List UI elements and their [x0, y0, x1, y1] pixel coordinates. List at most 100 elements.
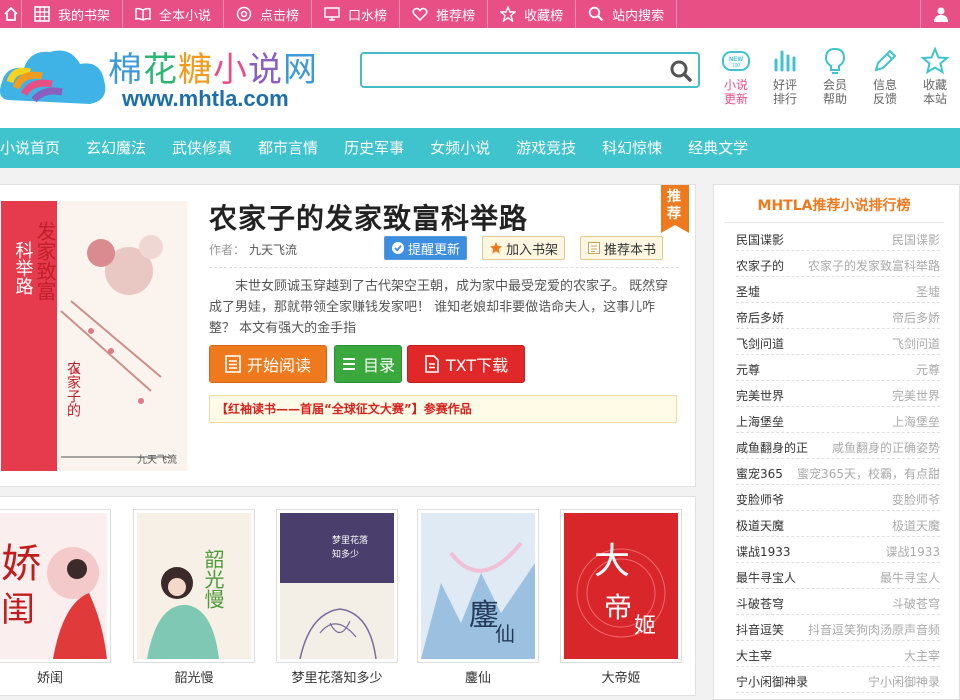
ranking-book-name[interactable]: 圣墟	[736, 283, 760, 300]
ranking-book-name[interactable]: 斗破苍穹	[736, 595, 784, 612]
recommend-book-button[interactable]: 推荐本书	[580, 236, 664, 260]
topbar-click-rank[interactable]: 点击榜	[224, 0, 313, 28]
topbar-site-search[interactable]: 站内搜索	[576, 0, 678, 28]
thumbnail-title[interactable]: 鏖仙	[417, 667, 539, 686]
ranking-book-name[interactable]: 民国谍影	[736, 231, 784, 248]
author-name[interactable]: 九天飞流	[249, 243, 297, 257]
ranking-book-name[interactable]: 极道天魔	[736, 517, 784, 534]
ranking-row[interactable]: 宁小闲御神录 宁小闲御神录	[736, 667, 940, 693]
ranking-book-fullname[interactable]: 极道天魔	[892, 517, 940, 534]
ranking-book-name[interactable]: 变脸师爷	[736, 491, 784, 508]
ranking-book-name[interactable]: 农家子的	[736, 257, 784, 274]
ranking-book-name[interactable]: 宁小闲御神录	[736, 673, 808, 690]
ranking-book-fullname[interactable]: 大主宰	[904, 647, 940, 664]
ranking-book-name[interactable]: 飞剑问道	[736, 335, 784, 352]
thumbnail-book[interactable]: 鏖仙	[417, 509, 539, 663]
nav-item-classic[interactable]: 经典文学	[675, 128, 761, 168]
txt-download-button[interactable]: TXT下载	[407, 345, 525, 383]
thumbnail-book[interactable]: 韶光慢	[133, 509, 255, 663]
site-url[interactable]: www.mhtla.com	[122, 86, 289, 112]
ranking-book-name[interactable]: 元尊	[736, 361, 760, 378]
ranking-row[interactable]: 最牛寻宝人 最牛寻宝人	[736, 563, 940, 589]
ranking-row[interactable]: 谍战1933 谍战1933	[736, 537, 940, 563]
ranking-row[interactable]: 变脸师爷 变脸师爷	[736, 485, 940, 511]
nav-item-urban[interactable]: 都市言情	[245, 128, 331, 168]
ranking-row[interactable]: 完美世界 完美世界	[736, 381, 940, 407]
ranking-book-fullname[interactable]: 圣墟	[916, 283, 940, 300]
ranking-book-name[interactable]: 谍战1933	[736, 543, 791, 560]
ranking-book-fullname[interactable]: 谍战1933	[885, 543, 940, 560]
home-link[interactable]	[0, 0, 22, 28]
add-to-shelf-button[interactable]: 加入书架	[482, 236, 566, 260]
topbar-favorite-rank[interactable]: 收藏榜	[488, 0, 577, 28]
quick-link-rating[interactable]: 好评排行	[763, 46, 807, 106]
table-of-contents-button[interactable]: 目录	[334, 345, 402, 383]
quick-link-feedback[interactable]: 信息反馈	[863, 46, 907, 106]
nav-item-home[interactable]: 小说首页	[0, 128, 73, 168]
ranking-book-name[interactable]: 咸鱼翻身的正	[736, 439, 808, 456]
thumbnail-title[interactable]: 大帝姬	[560, 667, 682, 686]
ranking-book-fullname[interactable]: 变脸师爷	[892, 491, 940, 508]
ranking-row[interactable]: 抖音逗笑 抖音逗笑狗肉汤原声音频	[736, 615, 940, 641]
contest-banner[interactable]: 【红袖读书——首届“全球征文大赛”】参赛作品	[209, 395, 677, 423]
topbar-comment-rank[interactable]: 口水榜	[312, 0, 401, 28]
thumbnail-book[interactable]: 大帝姬	[560, 509, 682, 663]
nav-item-scifi[interactable]: 科幻惊悚	[589, 128, 675, 168]
quick-link-help[interactable]: 会员帮助	[813, 46, 857, 106]
ranking-book-fullname[interactable]: 农家子的发家致富科举路	[808, 257, 940, 274]
nav-item-fantasy[interactable]: 玄幻魔法	[73, 128, 159, 168]
thumbnail-title[interactable]: 韶光慢	[133, 667, 255, 686]
topbar-full-novels[interactable]: 全本小说	[123, 0, 225, 28]
thumbnail-title[interactable]: 娇闺	[0, 667, 111, 686]
search-button-icon[interactable]	[668, 58, 694, 84]
ranking-book-name[interactable]: 大主宰	[736, 647, 772, 664]
book-cover-image[interactable]: 科举路 发家致富 农家子的 九天飞流	[1, 201, 187, 471]
ranking-book-fullname[interactable]: 民国谍影	[892, 231, 940, 248]
ranking-row[interactable]: 极道天魔 极道天魔	[736, 511, 940, 537]
user-button[interactable]	[920, 0, 960, 28]
ranking-book-fullname[interactable]: 完美世界	[892, 387, 940, 404]
ranking-book-fullname[interactable]: 宁小闲御神录	[868, 673, 940, 690]
ranking-row[interactable]: 圣墟 圣墟	[736, 277, 940, 303]
ranking-row[interactable]: 帝后多娇 帝后多娇	[736, 303, 940, 329]
ranking-book-name[interactable]: 最牛寻宝人	[736, 569, 796, 586]
ranking-book-name[interactable]: 抖音逗笑	[736, 621, 784, 638]
ranking-book-name[interactable]: 上海堡垒	[736, 413, 784, 430]
ranking-row[interactable]: 蜜宠365 蜜宠365天，校霸，有点甜	[736, 459, 940, 485]
quick-link-updates[interactable]: NEW 100 小说更新	[714, 46, 758, 106]
search-input[interactable]	[368, 58, 668, 82]
ranking-book-fullname[interactable]: 蜜宠365天，校霸，有点甜	[797, 465, 940, 482]
ranking-book-fullname[interactable]: 最牛寻宝人	[880, 569, 940, 586]
remind-update-button[interactable]: 提醒更新	[384, 236, 468, 260]
thumbnail-title[interactable]: 梦里花落知多少	[276, 667, 398, 686]
nav-item-games[interactable]: 游戏竞技	[503, 128, 589, 168]
ranking-row[interactable]: 飞剑问道 飞剑问道	[736, 329, 940, 355]
quick-link-bookmark[interactable]: 收藏本站	[913, 46, 957, 106]
ranking-row[interactable]: 咸鱼翻身的正 咸鱼翻身的正确姿势	[736, 433, 940, 459]
ranking-book-fullname[interactable]: 元尊	[916, 361, 940, 378]
ranking-row[interactable]: 上海堡垒 上海堡垒	[736, 407, 940, 433]
ranking-book-fullname[interactable]: 抖音逗笑狗肉汤原声音频	[808, 621, 940, 638]
ranking-row[interactable]: 大主宰 大主宰	[736, 641, 940, 667]
ranking-book-fullname[interactable]: 飞剑问道	[892, 335, 940, 352]
book-title[interactable]: 农家子的发家致富科举路	[209, 197, 528, 237]
ranking-row[interactable]: 斗破苍穹 斗破苍穹	[736, 589, 940, 615]
ranking-row[interactable]: 农家子的 农家子的发家致富科举路	[736, 251, 940, 277]
nav-item-wuxia[interactable]: 武侠修真	[159, 128, 245, 168]
nav-item-female[interactable]: 女频小说	[417, 128, 503, 168]
ranking-book-fullname[interactable]: 斗破苍穹	[892, 595, 940, 612]
thumbnail-book[interactable]: 梦里花落 知多少	[276, 509, 398, 663]
ranking-row[interactable]: 民国谍影 民国谍影	[736, 225, 940, 251]
logo-cloud-icon[interactable]	[0, 38, 110, 118]
ranking-book-fullname[interactable]: 帝后多娇	[892, 309, 940, 326]
start-reading-button[interactable]: 开始阅读	[209, 345, 327, 383]
nav-item-history[interactable]: 历史军事	[331, 128, 417, 168]
site-name[interactable]: 棉花糖小说网	[108, 42, 318, 91]
thumbnail-book[interactable]: 娇闺	[0, 509, 111, 663]
ranking-book-fullname[interactable]: 上海堡垒	[892, 413, 940, 430]
topbar-recommend-rank[interactable]: 推荐榜	[400, 0, 489, 28]
ranking-book-name[interactable]: 蜜宠365	[736, 465, 783, 482]
topbar-my-shelf[interactable]: 我的书架	[22, 0, 124, 28]
ranking-book-name[interactable]: 帝后多娇	[736, 309, 784, 326]
ranking-book-fullname[interactable]: 咸鱼翻身的正确姿势	[832, 439, 940, 456]
